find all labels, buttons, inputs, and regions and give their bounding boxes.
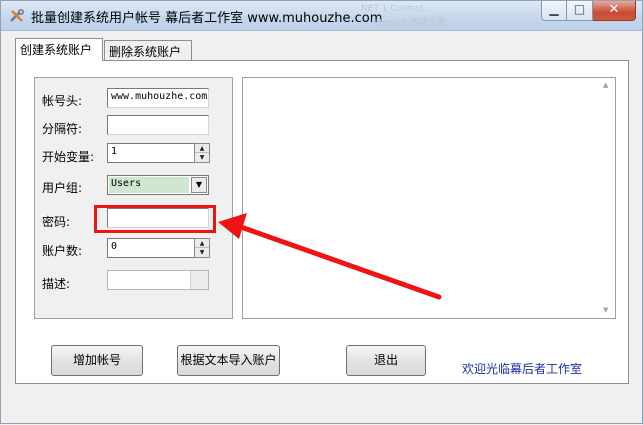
tab-create-accounts[interactable]: 创建系统账户 xyxy=(15,38,103,61)
annotation-arrow-icon xyxy=(218,213,442,300)
app-window: 批量创建系统用户帐号 幕后者工作室 www.muhouzhe.com NET 1… xyxy=(0,0,643,424)
